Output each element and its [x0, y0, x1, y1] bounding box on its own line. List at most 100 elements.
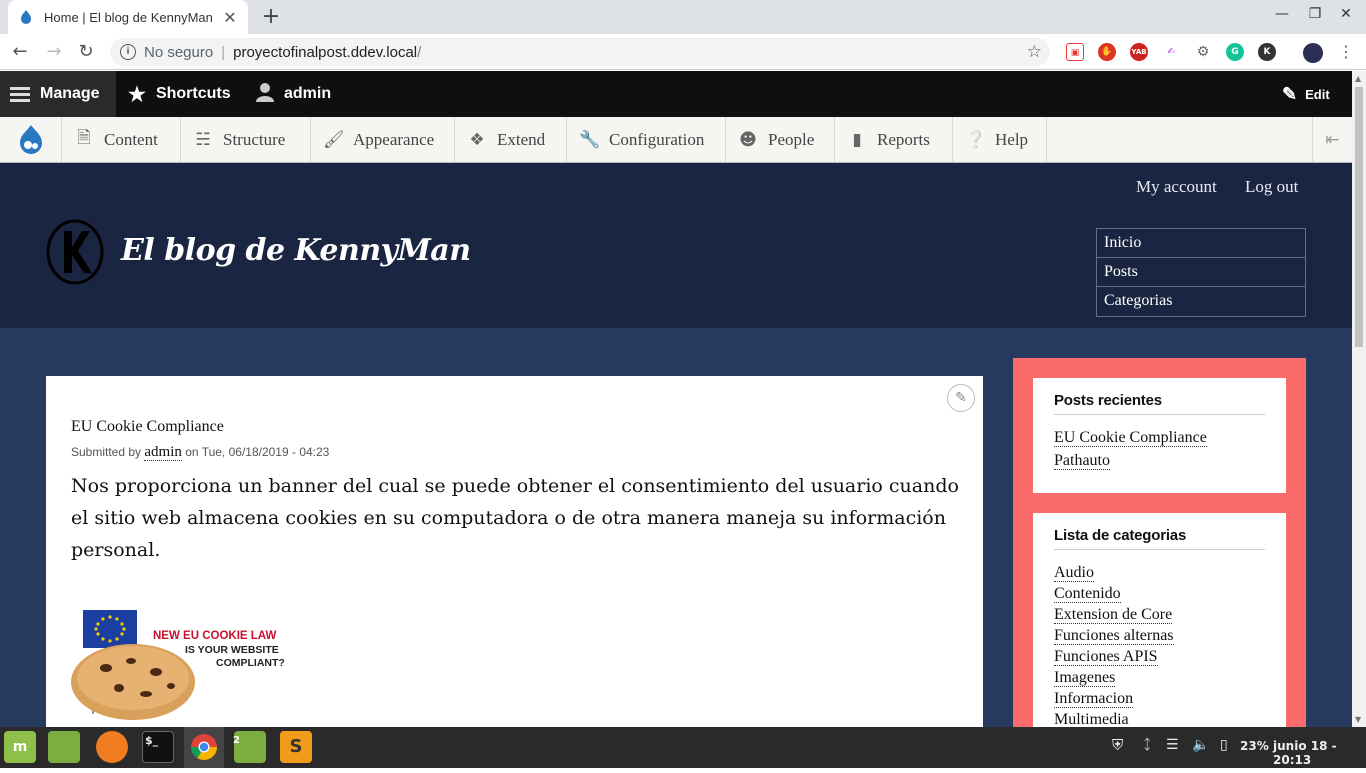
- category-link[interactable]: Audio: [1054, 562, 1265, 583]
- files-icon[interactable]: 2: [233, 731, 266, 763]
- admin-menu-structure[interactable]: ☵ Structure: [181, 117, 311, 162]
- admin-menu-appearance[interactable]: 🖌 Appearance: [311, 117, 455, 162]
- user-tab[interactable]: admin: [256, 71, 331, 117]
- mint-menu-icon[interactable]: m: [4, 731, 36, 763]
- security-label: No seguro: [144, 43, 214, 61]
- category-link[interactable]: Informacion: [1054, 688, 1265, 709]
- recent-post-link[interactable]: EU Cookie Compliance: [1054, 427, 1265, 448]
- shortcuts-tab[interactable]: ★ Shortcuts: [128, 71, 231, 117]
- clock[interactable]: junio 18 - 20:13: [1273, 739, 1366, 767]
- admin-menu-reports[interactable]: ▮ Reports: [835, 117, 953, 162]
- recent-post-link[interactable]: Pathauto: [1054, 450, 1265, 471]
- browser-tab[interactable]: Home | El blog de KennyMan ✕: [8, 0, 248, 34]
- feather-extension-icon[interactable]: ✍: [1162, 43, 1180, 61]
- eu-cookie-law-image: NEW EU COOKIE LAW IS YOUR WEBSITE COMPLI…: [71, 610, 285, 720]
- extension-icon[interactable]: ▣: [1066, 43, 1084, 61]
- category-link[interactable]: Imagenes: [1054, 667, 1265, 688]
- maximize-icon[interactable]: ❐: [1305, 6, 1325, 22]
- nav-item-posts[interactable]: Posts: [1097, 258, 1305, 287]
- my-account-link[interactable]: My account: [1136, 177, 1217, 197]
- article-card: ✎ EU Cookie Compliance Submitted by admi…: [46, 376, 983, 727]
- cookie-image-line1: NEW EU COOKIE LAW: [153, 630, 276, 642]
- url-host: proyectofinalpost.ddev.local: [233, 43, 418, 61]
- contextual-edit-icon[interactable]: ✎: [947, 384, 975, 412]
- tab-close-icon[interactable]: ✕: [222, 8, 238, 27]
- manage-tab[interactable]: Manage: [0, 71, 116, 117]
- bar-chart-icon: ▮: [852, 129, 862, 150]
- new-tab-button[interactable]: +: [258, 4, 284, 30]
- admin-menu-label: People: [768, 129, 815, 149]
- sidebar: Posts recientes EU Cookie Compliance Pat…: [1013, 358, 1306, 743]
- category-link[interactable]: Contenido: [1054, 583, 1265, 604]
- grammarly-icon[interactable]: G: [1226, 43, 1244, 61]
- site-name[interactable]: El blog de KennyMan: [121, 233, 471, 268]
- scrollbar-thumb[interactable]: [1355, 87, 1363, 347]
- sitemap-icon: ☵: [195, 129, 211, 150]
- site-logo[interactable]: [46, 219, 104, 285]
- puzzle-icon: ❖: [469, 129, 485, 150]
- admin-menu-label: Reports: [877, 129, 930, 149]
- admin-menu-help[interactable]: ❔ Help: [953, 117, 1047, 162]
- main-navigation: Inicio Posts Categorias: [1096, 228, 1306, 317]
- wifi-icon[interactable]: ☰: [1166, 737, 1179, 753]
- os-taskbar: m $_ 2 S ⛨ ᛨ ☰ 🔈 ▯ 23% junio 18 - 20:13: [0, 727, 1366, 768]
- shield-icon[interactable]: ⛨: [1112, 736, 1123, 754]
- back-icon[interactable]: ←: [8, 40, 32, 64]
- star-icon: ★: [128, 83, 146, 106]
- yab-extension-icon[interactable]: YAB: [1130, 43, 1148, 61]
- article-body: Nos proporciona un banner del cual se pu…: [71, 475, 959, 561]
- scroll-up-icon[interactable]: ▲: [1355, 74, 1361, 83]
- article-date: on Tue, 06/18/2019 - 04:23: [185, 445, 330, 459]
- close-window-icon[interactable]: ✕: [1336, 6, 1356, 22]
- category-link[interactable]: Funciones alternas: [1054, 625, 1265, 646]
- chrome-icon: [190, 734, 218, 761]
- firefox-icon[interactable]: [96, 731, 128, 763]
- article-title[interactable]: EU Cookie Compliance: [71, 418, 224, 436]
- k-extension-icon[interactable]: K: [1258, 43, 1276, 61]
- edit-label: Edit: [1305, 86, 1330, 102]
- chrome-taskbar-item[interactable]: [184, 727, 224, 768]
- drupal-home-link[interactable]: [0, 117, 62, 162]
- bluetooth-icon[interactable]: ᛨ: [1143, 737, 1151, 753]
- nav-item-inicio[interactable]: Inicio: [1097, 229, 1305, 258]
- show-desktop-icon[interactable]: [48, 731, 80, 763]
- admin-menu-extend[interactable]: ❖ Extend: [455, 117, 567, 162]
- recent-posts-title: Posts recientes: [1054, 392, 1265, 415]
- admin-menu-content[interactable]: 🗎 Content: [62, 117, 181, 162]
- terminal-icon[interactable]: $_: [142, 731, 174, 763]
- wrench-icon: 🔧: [579, 129, 601, 150]
- minimize-icon[interactable]: —: [1272, 6, 1292, 22]
- omnibox[interactable]: i No seguro | proyectofinalpost.ddev.loc…: [110, 38, 1050, 66]
- adblock-icon[interactable]: ✋: [1098, 43, 1116, 61]
- sublime-text-icon[interactable]: S: [280, 731, 312, 763]
- page-scrollbar[interactable]: ▲ ▼: [1352, 71, 1366, 727]
- admin-menu-label: Structure: [223, 129, 286, 149]
- toolbar-orientation-toggle[interactable]: ⇤: [1312, 117, 1352, 162]
- browser-tab-bar: Home | El blog de KennyMan ✕ + — ❐ ✕: [0, 0, 1366, 34]
- reload-icon[interactable]: ↻: [74, 40, 98, 64]
- admin-menu-configuration[interactable]: 🔧 Configuration: [567, 117, 726, 162]
- admin-toolbar: Manage ★ Shortcuts admin ✎ Edit: [0, 71, 1352, 117]
- forward-icon[interactable]: →: [42, 40, 66, 64]
- profile-avatar[interactable]: [1303, 43, 1323, 63]
- gear-extension-icon[interactable]: ⚙: [1194, 43, 1212, 61]
- nav-item-categorias[interactable]: Categorias: [1097, 287, 1305, 316]
- address-bar: ← → ↻ i No seguro | proyectofinalpost.dd…: [0, 34, 1366, 70]
- edit-button[interactable]: ✎ Edit: [1282, 71, 1330, 117]
- battery-icon[interactable]: ▯: [1220, 737, 1228, 753]
- bookmark-star-icon[interactable]: ☆: [1027, 42, 1042, 62]
- category-link[interactable]: Funciones APIS: [1054, 646, 1265, 667]
- category-link[interactable]: Extension de Core: [1054, 604, 1265, 625]
- drupal-logo-icon: [19, 124, 42, 154]
- cookie-image-line2: IS YOUR WEBSITE: [185, 644, 279, 656]
- log-out-link[interactable]: Log out: [1245, 177, 1298, 197]
- scroll-down-icon[interactable]: ▼: [1355, 715, 1361, 724]
- manage-label: Manage: [40, 85, 100, 102]
- author-link[interactable]: admin: [144, 444, 182, 461]
- info-icon[interactable]: i: [120, 44, 136, 60]
- chrome-menu-icon[interactable]: ⋮: [1334, 40, 1358, 64]
- admin-menu-people[interactable]: ☻ People: [726, 117, 835, 162]
- volume-icon[interactable]: 🔈: [1192, 737, 1209, 753]
- user-label: admin: [284, 85, 332, 102]
- site-header: My account Log out El blog de KennyMan I…: [0, 163, 1352, 328]
